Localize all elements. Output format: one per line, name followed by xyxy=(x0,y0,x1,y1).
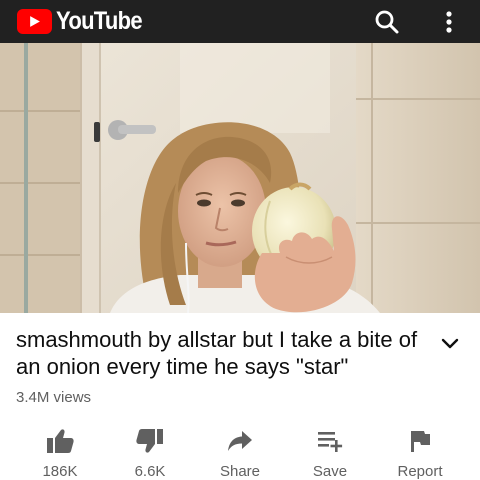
flag-icon xyxy=(411,430,430,452)
save-label: Save xyxy=(312,463,348,480)
logo-text: YouTube xyxy=(56,7,143,35)
action-row: 186K 6.6K Share Save Report xyxy=(0,420,480,480)
more-vertical-icon xyxy=(446,10,452,33)
like-button[interactable]: 186K xyxy=(15,420,105,480)
video-frame-image xyxy=(0,43,480,313)
youtube-logo[interactable]: YouTube xyxy=(17,0,154,43)
thumb-down-icon xyxy=(136,428,163,453)
like-count: 186K xyxy=(42,463,78,480)
share-arrow-icon xyxy=(228,430,252,451)
top-app-bar: YouTube xyxy=(0,0,480,43)
expand-description-button[interactable] xyxy=(436,330,464,358)
video-title: smashmouth by allstar but I take a bite … xyxy=(16,327,418,379)
more-options-button[interactable] xyxy=(431,0,467,43)
playlist-add-icon xyxy=(318,431,343,452)
search-button[interactable] xyxy=(369,0,405,43)
video-player[interactable] xyxy=(0,43,480,313)
thumb-up-icon xyxy=(47,428,74,453)
chevron-down-icon xyxy=(441,338,459,349)
view-count: 3.4M views xyxy=(16,389,92,406)
share-button[interactable]: Share xyxy=(195,420,285,480)
share-label: Share xyxy=(219,463,261,480)
search-icon xyxy=(375,10,399,33)
save-button[interactable]: Save xyxy=(285,420,375,480)
report-button[interactable]: Report xyxy=(375,420,465,480)
report-label: Report xyxy=(397,463,443,480)
dislike-button[interactable]: 6.6K xyxy=(105,420,195,480)
play-logo-icon xyxy=(17,9,52,34)
dislike-count: 6.6K xyxy=(134,463,166,480)
